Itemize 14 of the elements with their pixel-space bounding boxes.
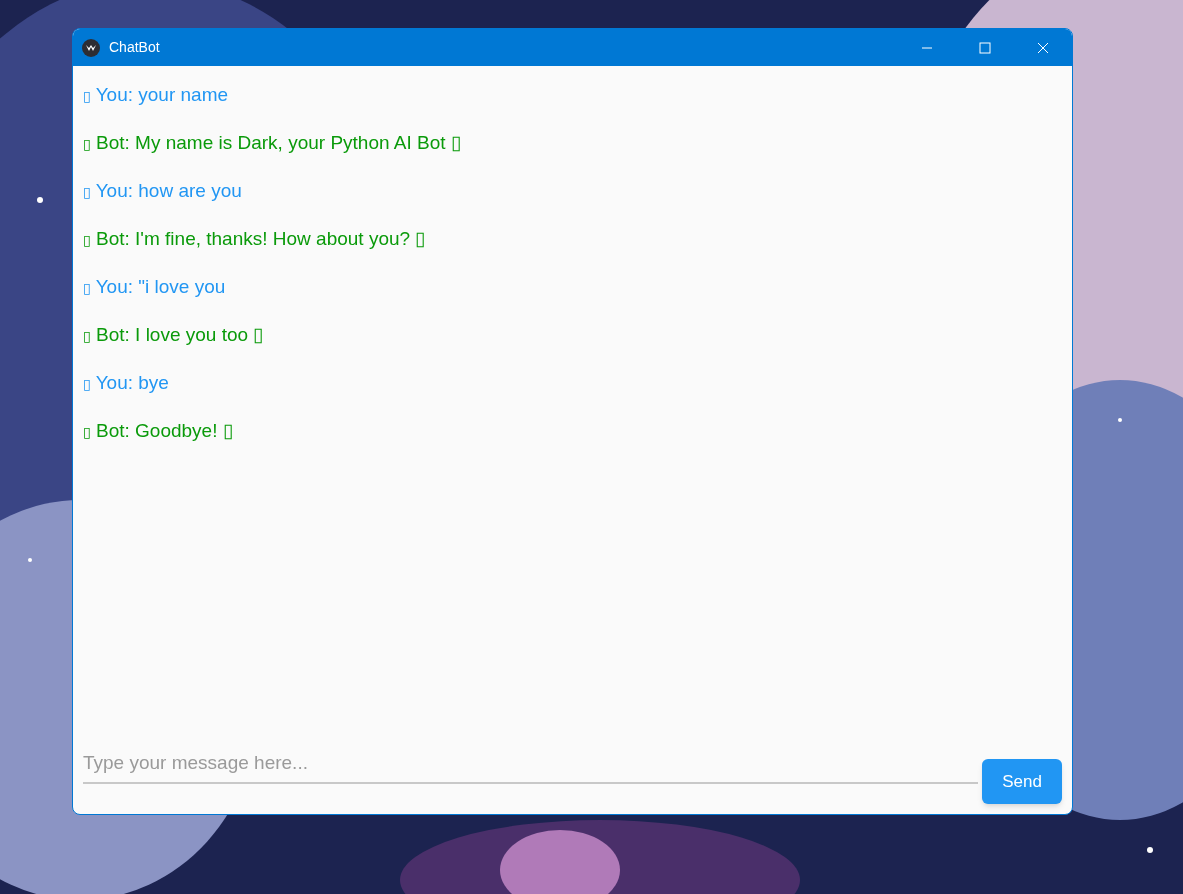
message-input[interactable]: Type your message here... [83, 744, 978, 784]
close-icon [1037, 41, 1049, 54]
chat-message: ▯ You: your name [83, 83, 230, 107]
chat-message: ▯ Bot: I love you too ▯ [83, 323, 265, 347]
chat-message: ▯ Bot: Goodbye! ▯ [83, 419, 234, 443]
send-button[interactable]: Send [982, 759, 1062, 804]
window-title: ChatBot [109, 38, 160, 57]
chat-message: ▯ You: how are you [83, 179, 243, 203]
maximize-icon [979, 41, 991, 54]
chat-message: ▯ Bot: I'm fine, thanks! How about you? ▯ [83, 227, 427, 251]
chat-message: ▯ You: bye [83, 371, 170, 395]
app-logo-icon [82, 38, 100, 57]
chat-message: ▯ You: "i love you [83, 275, 227, 299]
chat-message: ▯ Bot: My name is Dark, your Python AI Bot ▯ [83, 131, 462, 155]
